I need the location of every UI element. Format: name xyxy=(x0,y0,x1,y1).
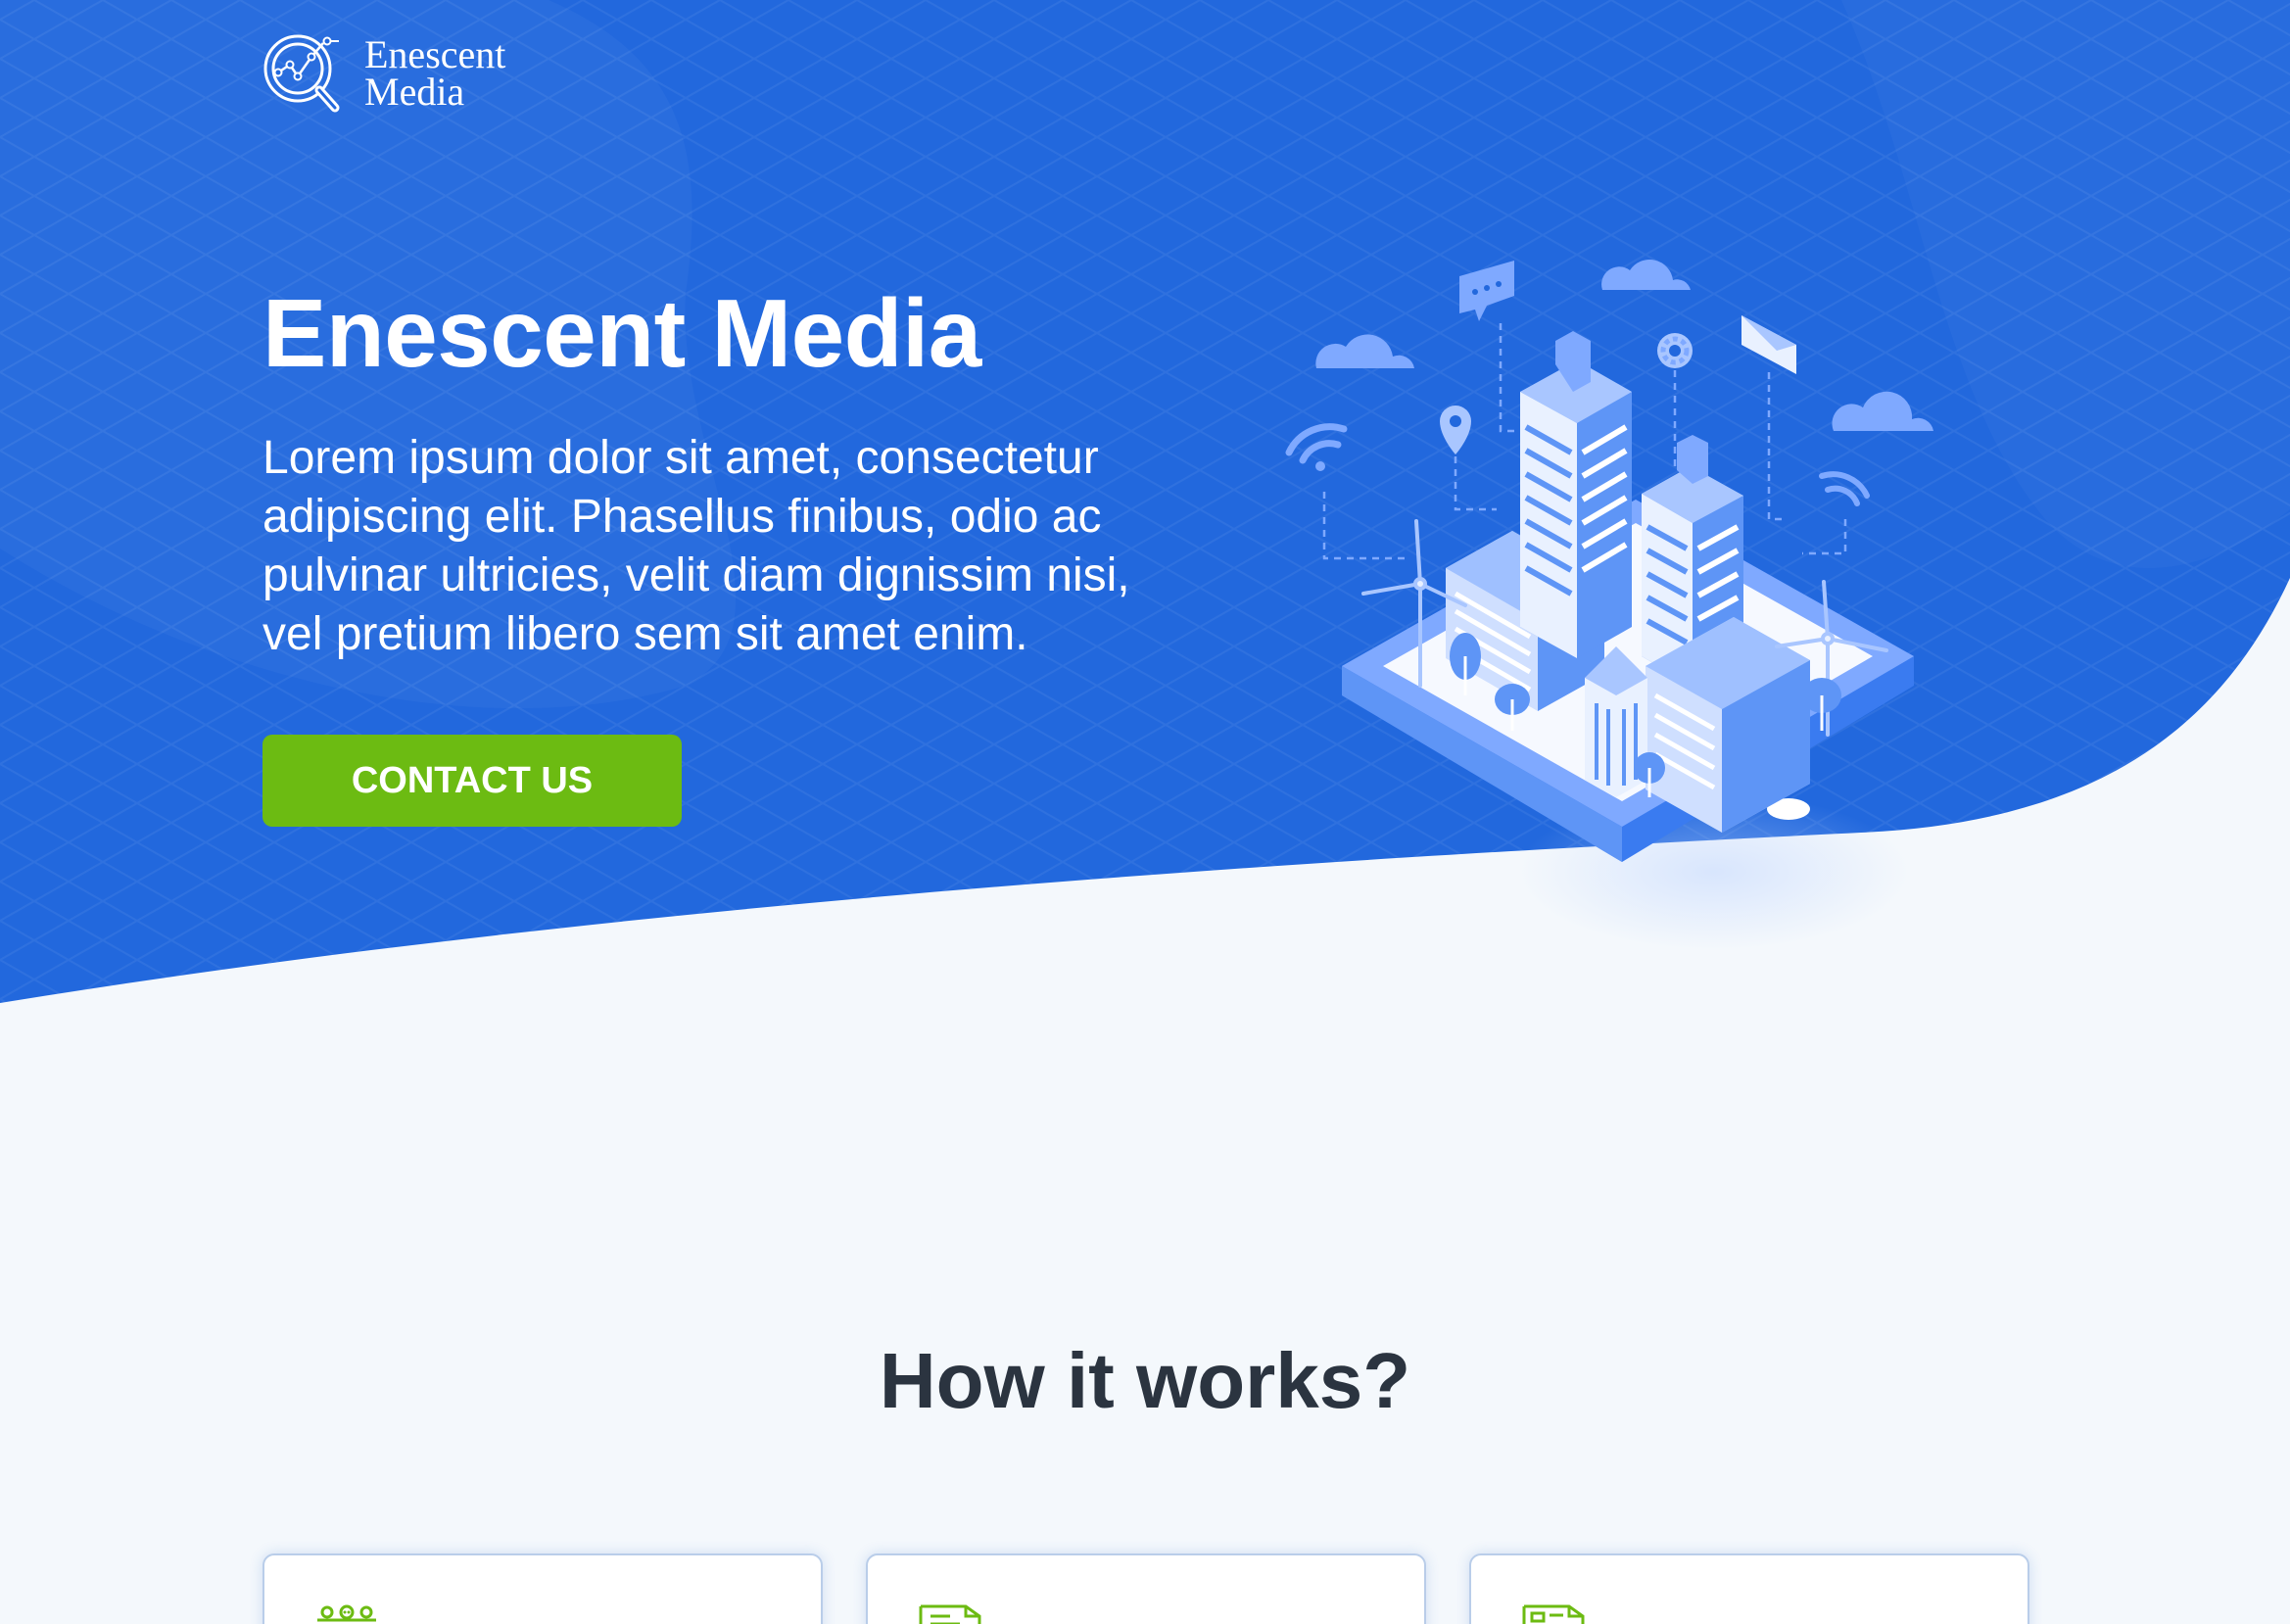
wifi-icon xyxy=(1819,471,1870,506)
step-card xyxy=(866,1553,1426,1624)
brand-name: Enescent Media xyxy=(364,32,506,114)
how-it-works-title: How it works? xyxy=(879,1337,1411,1424)
document-icon xyxy=(919,1604,981,1624)
mail-icon xyxy=(1741,315,1796,374)
brand-logo[interactable]: Enescent Media xyxy=(262,33,505,114)
hero-title: Enescent Media xyxy=(262,279,981,387)
brand-name-line2: Media xyxy=(364,70,465,114)
newspaper-icon xyxy=(1522,1604,1585,1624)
contact-us-button[interactable]: CONTACT US xyxy=(262,735,682,827)
step-card xyxy=(1469,1553,2029,1624)
hero-description: Lorem ipsum dolor sit amet, consectetur … xyxy=(262,432,1130,660)
smart-city-illustration xyxy=(1285,259,1933,950)
gear-icon xyxy=(1657,333,1693,368)
chat-bubble-icon xyxy=(1459,261,1514,321)
step-card xyxy=(262,1553,823,1624)
magnifier-chart-icon xyxy=(263,34,340,113)
group-people-icon xyxy=(317,1604,376,1622)
location-pin-icon xyxy=(1440,406,1471,454)
landing-page: Enescent Media Enescent Media Lorem ipsu… xyxy=(0,0,2290,1624)
brand-name-line1: Enescent xyxy=(364,32,506,76)
wifi-icon xyxy=(1285,423,1348,471)
